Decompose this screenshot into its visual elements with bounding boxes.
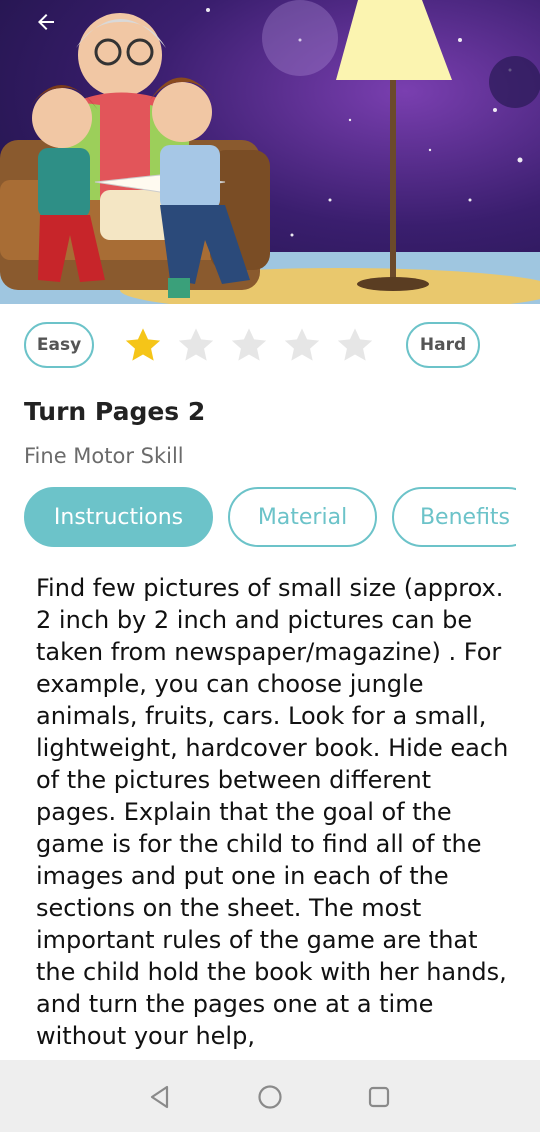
triangle-back-icon	[150, 1085, 169, 1109]
reading-scene-illustration	[0, 0, 540, 304]
star-empty-icon	[284, 328, 320, 361]
activity-title: Turn Pages 2	[24, 397, 206, 426]
back-button[interactable]	[24, 4, 68, 40]
nav-recents-button[interactable]	[362, 1080, 396, 1114]
square-recents-icon	[368, 1086, 390, 1108]
circle-home-icon	[258, 1085, 282, 1109]
nav-home-button[interactable]	[253, 1080, 287, 1114]
star-empty-icon	[231, 328, 267, 361]
section-tabs: Instructions Material Benefits	[24, 487, 516, 548]
nav-back-button[interactable]	[143, 1080, 177, 1114]
instructions-content[interactable]: Find few pictures of small size (approx.…	[36, 572, 516, 1060]
tab-benefits[interactable]: Benefits	[392, 487, 516, 547]
star-empty-icon	[337, 328, 373, 361]
instructions-text: Find few pictures of small size (approx.…	[36, 574, 509, 1050]
difficulty-rating-row: Easy Hard	[24, 322, 480, 368]
hard-label: Hard	[406, 322, 480, 368]
tab-material[interactable]: Material	[228, 487, 377, 547]
easy-label: Easy	[24, 322, 94, 368]
star-filled-icon	[125, 328, 161, 361]
arrow-left-icon	[38, 14, 54, 30]
activity-category: Fine Motor Skill	[24, 444, 184, 468]
system-navigation-bar	[0, 1060, 540, 1132]
star-empty-icon	[178, 328, 214, 361]
hero-illustration	[0, 0, 540, 304]
difficulty-stars	[122, 324, 387, 366]
tab-instructions[interactable]: Instructions	[24, 487, 213, 547]
